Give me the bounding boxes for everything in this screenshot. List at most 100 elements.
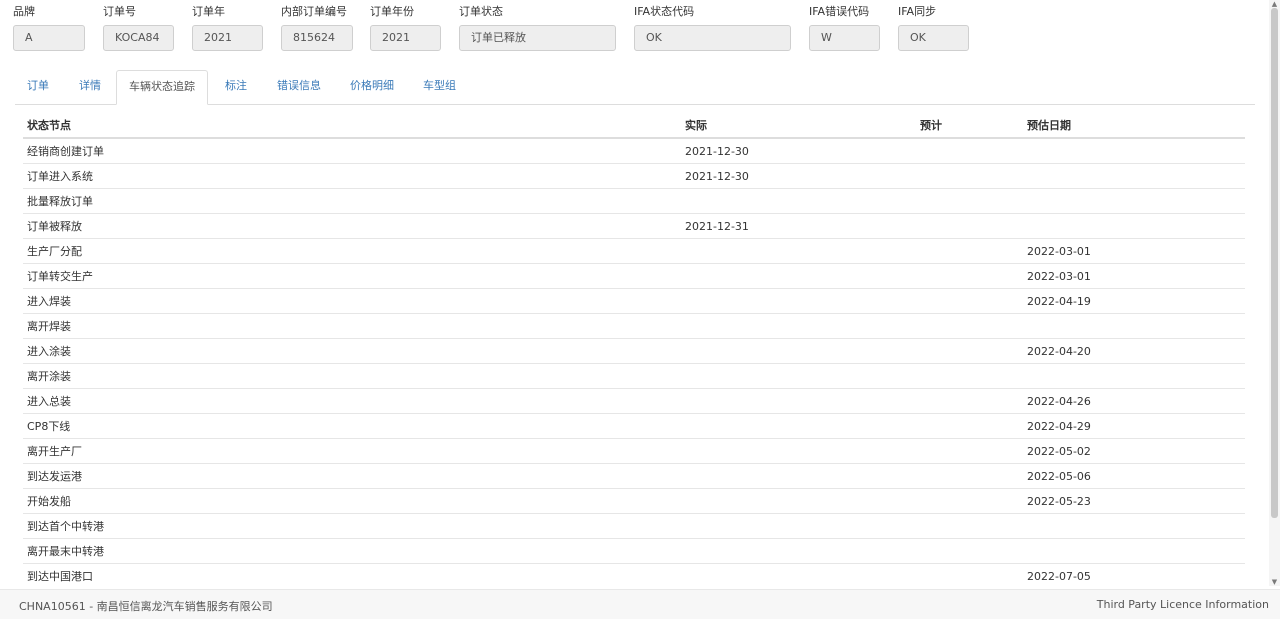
scroll-up-arrow-icon[interactable]: ▲ [1269,0,1280,8]
actual-date-cell [681,288,916,314]
estimated-date-cell: 2022-05-23 [1023,488,1245,514]
planned-date-cell [916,163,1023,189]
table-row: 经销商创建订单 2021-12-30 [23,138,1245,164]
status-node-cell: CP8下线 [23,413,681,439]
actual-date-cell [681,238,916,264]
order-status-label: 订单状态 [459,5,503,18]
order-year-field[interactable]: 2021 [192,25,263,51]
table-row: 进入涂装 2022-04-20 [23,338,1245,364]
ifa-sync-label: IFA同步 [898,5,937,18]
order-tracking-page: 品牌 A 订单号 KOCA84 订单年 2021 内部订单编号 815624 订… [0,0,1280,619]
planned-date-cell [916,338,1023,364]
scrollbar-thumb[interactable] [1271,8,1278,518]
table-row: 到达首个中转港 [23,513,1245,539]
table-row: 离开焊装 [23,313,1245,339]
estimated-date-cell [1023,313,1245,339]
brand-field-group: 品牌 A [13,5,85,51]
estimated-date-cell: 2022-05-06 [1023,463,1245,489]
actual-date-cell [681,538,916,564]
tab-order[interactable]: 订单 [15,70,61,104]
column-header-actual: 实际 [681,112,916,139]
planned-date-cell [916,413,1023,439]
column-header-estimated-date: 预估日期 [1023,112,1245,139]
status-node-cell: 订单转交生产 [23,263,681,289]
table-row: 离开最末中转港 [23,538,1245,564]
actual-date-cell [681,263,916,289]
ifa-status-code-field[interactable]: OK [634,25,791,51]
planned-date-cell [916,263,1023,289]
tab-vehicle-status-tracking[interactable]: 车辆状态追踪 [116,70,208,105]
status-node-cell: 批量释放订单 [23,188,681,214]
status-node-cell: 到达首个中转港 [23,513,681,539]
estimated-date-cell [1023,188,1245,214]
estimated-date-cell: 2022-03-01 [1023,238,1245,264]
actual-date-cell [681,313,916,339]
planned-date-cell [916,188,1023,214]
estimated-date-cell [1023,363,1245,389]
ifa-sync-field[interactable]: OK [898,25,969,51]
ifa-sync-field-group: IFA同步 OK [898,5,969,51]
actual-date-cell [681,438,916,464]
status-node-cell: 到达发运港 [23,463,681,489]
table-row: 到达中国港口 2022-07-05 [23,563,1245,586]
estimated-date-cell: 2022-07-05 [1023,563,1245,586]
status-node-cell: 离开最末中转港 [23,538,681,564]
third-party-licence-link[interactable]: Third Party Licence Information [1097,598,1269,611]
status-node-cell: 离开焊装 [23,313,681,339]
status-node-cell: 到达中国港口 [23,563,681,586]
order-number-field[interactable]: KOCA84 [103,25,174,51]
order-year-field-group: 订单年 2021 [192,5,263,51]
planned-date-cell [916,363,1023,389]
internal-order-number-field[interactable]: 815624 [281,25,353,51]
planned-date-cell [916,538,1023,564]
order-status-field-group: 订单状态 订单已释放 [459,5,616,51]
actual-date-cell [681,513,916,539]
estimated-date-cell [1023,213,1245,239]
status-node-cell: 订单被释放 [23,213,681,239]
planned-date-cell [916,313,1023,339]
page-scrollbar[interactable]: ▲ ▼ [1269,0,1280,586]
scroll-down-arrow-icon[interactable]: ▼ [1269,578,1280,586]
estimated-date-cell: 2022-04-20 [1023,338,1245,364]
footer: CHNA10561 - 南昌恒信离龙汽车销售服务有限公司 Third Party… [0,589,1280,619]
tab-model-group[interactable]: 车型组 [411,70,468,104]
ifa-error-code-label: IFA错误代码 [809,5,870,18]
order-year-full-field[interactable]: 2021 [370,25,441,51]
order-header-fields: 品牌 A 订单号 KOCA84 订单年 2021 内部订单编号 815624 订… [0,0,1270,60]
planned-date-cell [916,438,1023,464]
actual-date-cell [681,488,916,514]
column-header-planned: 预计 [916,112,1023,139]
planned-date-cell [916,138,1023,164]
status-node-cell: 进入涂装 [23,338,681,364]
tab-annotations[interactable]: 标注 [213,70,259,104]
estimated-date-cell: 2022-03-01 [1023,263,1245,289]
status-node-cell: 经销商创建订单 [23,138,681,164]
planned-date-cell [916,288,1023,314]
tab-error-info[interactable]: 错误信息 [265,70,333,104]
column-header-status-node: 状态节点 [23,112,681,139]
tab-bar: 订单 详情 车辆状态追踪 标注 错误信息 价格明细 车型组 [15,70,1255,105]
tab-price-details[interactable]: 价格明细 [338,70,406,104]
table-row: 订单被释放 2021-12-31 [23,213,1245,239]
order-status-field[interactable]: 订单已释放 [459,25,616,51]
ifa-status-code-label: IFA状态代码 [634,5,695,18]
estimated-date-cell: 2022-04-26 [1023,388,1245,414]
table-row: 生产厂分配 2022-03-01 [23,238,1245,264]
tab-details[interactable]: 详情 [67,70,113,104]
planned-date-cell [916,513,1023,539]
status-node-cell: 开始发船 [23,488,681,514]
brand-label: 品牌 [13,5,35,18]
ifa-error-code-field[interactable]: W [809,25,880,51]
actual-date-cell [681,463,916,489]
table-row: 到达发运港 2022-05-06 [23,463,1245,489]
planned-date-cell [916,463,1023,489]
brand-field[interactable]: A [13,25,85,51]
table-row: 离开涂装 [23,363,1245,389]
ifa-error-code-field-group: IFA错误代码 W [809,5,880,51]
estimated-date-cell [1023,163,1245,189]
status-node-cell: 进入总装 [23,388,681,414]
order-number-field-group: 订单号 KOCA84 [103,5,174,51]
estimated-date-cell: 2022-04-29 [1023,413,1245,439]
internal-order-number-label: 内部订单编号 [281,5,347,18]
actual-date-cell [681,188,916,214]
